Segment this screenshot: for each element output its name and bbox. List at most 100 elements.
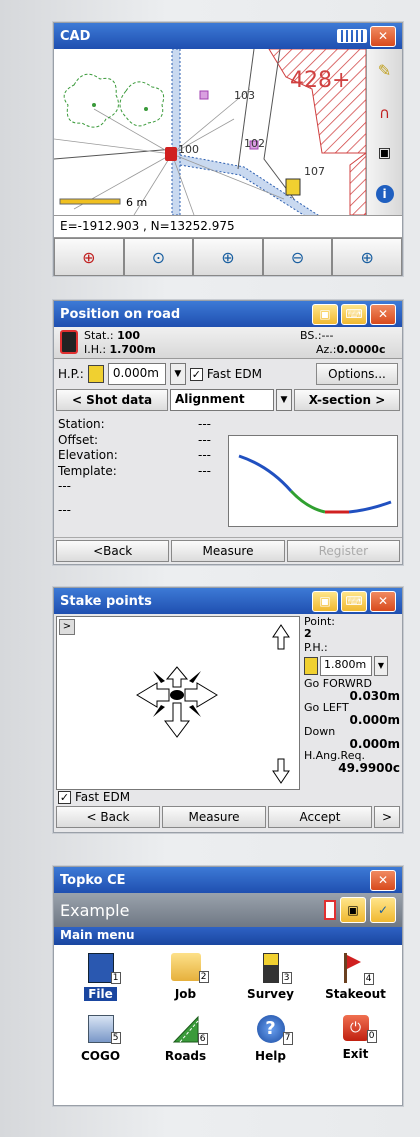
hang-value: 49.9900c bbox=[338, 761, 400, 775]
measure-button[interactable]: Measure bbox=[171, 540, 285, 562]
topko-window: Topko CE ✕ Example ▣ ✓ Main menu 1 File … bbox=[53, 866, 403, 1106]
menu-item-label: Roads bbox=[164, 1049, 207, 1063]
menu-item-file[interactable]: 1 File bbox=[58, 953, 143, 1015]
hp-dropdown-button[interactable]: ▼ bbox=[169, 363, 186, 385]
close-button[interactable]: ✕ bbox=[370, 590, 396, 612]
battery-icon bbox=[337, 29, 367, 43]
point-value: 2 bbox=[304, 627, 312, 640]
field-value: --- bbox=[198, 463, 211, 478]
stakeout-flag-icon: 4 bbox=[343, 953, 374, 985]
accept-button[interactable]: Accept bbox=[268, 806, 372, 828]
pencil-icon[interactable]: ✎ bbox=[378, 61, 391, 80]
menu-item-stakeout[interactable]: 4 Stakeout bbox=[313, 953, 398, 1015]
menu-item-job[interactable]: 2 Job bbox=[143, 953, 228, 1015]
zoom-previous-button[interactable]: ⊕ bbox=[332, 238, 402, 276]
shot-data-button[interactable]: < Shot data bbox=[56, 389, 168, 411]
ih-value: 1.700m bbox=[109, 343, 156, 356]
x-section-button[interactable]: X-section > bbox=[294, 389, 400, 411]
instrument-button[interactable]: ▣ bbox=[312, 590, 338, 612]
coords-bar: E=-1912.903 , N=13252.975 bbox=[54, 215, 402, 237]
field-value: --- bbox=[198, 417, 211, 431]
fast-edm-checkbox[interactable]: ✓ bbox=[189, 367, 203, 381]
cad-title: CAD bbox=[60, 28, 91, 44]
menu-item-cogo[interactable]: 5 COGO bbox=[58, 1015, 143, 1077]
shortcut-number: 3 bbox=[281, 972, 292, 984]
zoom-out-button[interactable]: ⊖ bbox=[262, 238, 333, 276]
close-button[interactable]: ✕ bbox=[370, 303, 396, 325]
keyboard-button[interactable]: ⌨ bbox=[341, 590, 367, 612]
alignment-dropdown-button[interactable]: ▼ bbox=[276, 389, 292, 411]
cogo-icon: 5 bbox=[87, 1015, 121, 1044]
fast-edm-label: Fast EDM bbox=[75, 790, 131, 804]
topko-title: Topko CE bbox=[60, 872, 126, 888]
menu-item-label: Survey bbox=[247, 987, 294, 1001]
fast-edm-checkbox[interactable]: ✓ bbox=[58, 790, 71, 804]
menu-item-roads[interactable]: 6 Roads bbox=[143, 1015, 228, 1077]
az-value: 0.0000c bbox=[336, 343, 386, 356]
road-window: Position on road ▣ ⌨ ✕ Stat.: 100 I.H.: … bbox=[53, 300, 403, 565]
zoom-in-button[interactable]: ⊕ bbox=[193, 238, 263, 276]
next-button[interactable]: > bbox=[374, 806, 400, 828]
station-header: Stat.: 100 I.H.: 1.700m BS.:--- Az.:0.00… bbox=[54, 327, 402, 359]
field-label: Offset: bbox=[58, 432, 99, 447]
layers-icon[interactable]: ▣ bbox=[378, 145, 391, 161]
stat-value: 100 bbox=[117, 329, 141, 342]
survey-icon: 3 bbox=[262, 953, 292, 984]
instrument-button[interactable]: ▣ bbox=[312, 303, 338, 325]
battery-icon bbox=[324, 900, 336, 920]
hp-field[interactable]: 0.000m bbox=[107, 363, 166, 385]
map-number-label: 428+ bbox=[290, 68, 350, 93]
options-button[interactable]: Options... bbox=[316, 363, 398, 385]
close-button[interactable]: ✕ bbox=[370, 25, 396, 47]
field-label: --- bbox=[58, 502, 71, 517]
fast-edm-label: Fast EDM bbox=[206, 367, 262, 381]
menu-item-label: File bbox=[84, 987, 117, 1001]
field-value: --- bbox=[198, 448, 211, 462]
road-title: Position on road bbox=[60, 306, 181, 322]
instrument-button[interactable]: ▣ bbox=[340, 897, 366, 923]
edit-button[interactable]: ✓ bbox=[370, 897, 396, 923]
field-value: --- bbox=[198, 432, 211, 447]
ph-dropdown-button[interactable]: ▼ bbox=[374, 656, 388, 676]
shortcut-number: 6 bbox=[197, 1033, 208, 1045]
magnet-icon[interactable]: ∩ bbox=[379, 104, 390, 122]
menu-item-help[interactable]: ? 7 Help bbox=[228, 1015, 313, 1077]
cad-map[interactable]: 103 100 102 107 428+ 6 m bbox=[54, 49, 366, 215]
prism-icon[interactable] bbox=[87, 365, 104, 383]
point-label: 100 bbox=[178, 143, 199, 156]
file-icon: 1 bbox=[87, 953, 121, 984]
menu-item-survey[interactable]: 3 Survey bbox=[228, 953, 313, 1015]
main-menu-grid: 1 File 2 Job 3 Survey 4 Stakeout 5 COGO … bbox=[54, 945, 402, 1077]
alignment-preview bbox=[228, 435, 398, 527]
field-label: Elevation: bbox=[58, 448, 118, 462]
zoom-extents-button[interactable]: ⊕ bbox=[54, 238, 124, 276]
menu-item-label: Job bbox=[174, 987, 197, 1001]
shortcut-number: 1 bbox=[110, 972, 121, 984]
point-label: 103 bbox=[234, 89, 255, 102]
measure-button[interactable]: Measure bbox=[162, 806, 266, 828]
keyboard-button[interactable]: ⌨ bbox=[341, 303, 367, 325]
stat-label: Stat.: bbox=[84, 329, 114, 342]
road-title-bar: Position on road ▣ ⌨ ✕ bbox=[54, 301, 402, 327]
job-name: Example bbox=[60, 900, 130, 920]
ph-field[interactable]: 1.800m bbox=[320, 656, 372, 676]
stake-window: Stake points ▣ ⌨ ✕ > Point: 2 P.H.: 1.80… bbox=[53, 587, 403, 833]
zoom-window-button[interactable]: ⊙ bbox=[123, 238, 194, 276]
point-label: 102 bbox=[244, 137, 265, 150]
field-label: Template: bbox=[58, 463, 117, 478]
road-values: Station: --- Offset: --- Elevation: --- Tem… bbox=[58, 417, 222, 533]
job-folder-icon: 2 bbox=[170, 953, 209, 983]
cad-side-toolbar: ✎ ∩ ▣ i bbox=[366, 49, 402, 215]
register-button[interactable]: Register bbox=[286, 540, 400, 562]
close-button[interactable]: ✕ bbox=[370, 869, 396, 891]
menu-item-exit[interactable]: ⏻ 0 Exit bbox=[313, 1015, 398, 1077]
prism-icon[interactable] bbox=[304, 657, 318, 675]
shortcut-number: 0 bbox=[366, 1030, 377, 1043]
back-button[interactable]: < Back bbox=[56, 806, 160, 828]
back-button[interactable]: <Back bbox=[56, 540, 170, 562]
main-menu-title: Main menu bbox=[54, 927, 402, 945]
stake-title-bar: Stake points ▣ ⌨ ✕ bbox=[54, 588, 402, 614]
alignment-select[interactable]: Alignment bbox=[170, 389, 274, 411]
info-icon[interactable]: i bbox=[375, 185, 394, 204]
topko-title-bar: Topko CE ✕ bbox=[54, 867, 402, 893]
